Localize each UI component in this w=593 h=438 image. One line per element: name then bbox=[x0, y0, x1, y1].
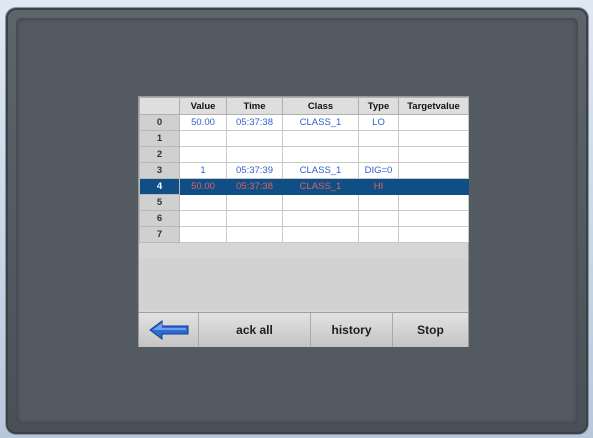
cell-type bbox=[358, 226, 399, 243]
row-index: 5 bbox=[139, 194, 180, 211]
cell-class bbox=[282, 130, 359, 147]
cell-type: LO bbox=[358, 114, 399, 131]
ack-all-button[interactable]: ack all bbox=[199, 313, 311, 347]
header-class: Class bbox=[282, 97, 359, 115]
header-index bbox=[139, 97, 180, 115]
cell-class: CLASS_1 bbox=[282, 178, 359, 195]
cell-value bbox=[179, 226, 227, 243]
stop-button[interactable]: Stop bbox=[393, 313, 468, 347]
table-row[interactable]: 3 1 05:37:39 CLASS_1 DIG=0 bbox=[139, 162, 469, 179]
cell-value: 1 bbox=[179, 162, 227, 179]
cell-class bbox=[282, 194, 359, 211]
cell-target bbox=[398, 226, 469, 243]
cell-class: CLASS_1 bbox=[282, 162, 359, 179]
alarm-screen: Value Time Class Type Targetvalue 0 50.0… bbox=[138, 96, 469, 347]
header-time: Time bbox=[226, 97, 283, 115]
empty-status-area bbox=[139, 258, 468, 310]
cell-target bbox=[398, 162, 469, 179]
header-value: Value bbox=[179, 97, 227, 115]
cell-type: DIG=0 bbox=[358, 162, 399, 179]
row-index: 6 bbox=[139, 210, 180, 227]
table-row[interactable]: 6 bbox=[139, 210, 469, 227]
cell-time bbox=[226, 146, 283, 163]
row-index: 3 bbox=[139, 162, 180, 179]
table-row[interactable]: 7 bbox=[139, 226, 469, 243]
cell-time bbox=[226, 226, 283, 243]
row-index: 4 bbox=[139, 178, 180, 195]
cell-class bbox=[282, 226, 359, 243]
cell-target bbox=[398, 210, 469, 227]
table-row-selected[interactable]: 4 50.00 05:37:38 CLASS_1 HI bbox=[139, 178, 469, 195]
alarm-table: Value Time Class Type Targetvalue 0 50.0… bbox=[139, 97, 469, 243]
row-index: 7 bbox=[139, 226, 180, 243]
cell-value bbox=[179, 194, 227, 211]
table-row[interactable]: 5 bbox=[139, 194, 469, 211]
cell-class bbox=[282, 210, 359, 227]
cell-time: 05:37:38 bbox=[226, 178, 283, 195]
history-button[interactable]: history bbox=[311, 313, 393, 347]
cell-type bbox=[358, 210, 399, 227]
alarm-table-header: Value Time Class Type Targetvalue bbox=[139, 97, 469, 115]
cell-target bbox=[398, 114, 469, 131]
cell-class: CLASS_1 bbox=[282, 114, 359, 131]
cell-time bbox=[226, 194, 283, 211]
table-row[interactable]: 0 50.00 05:37:38 CLASS_1 LO bbox=[139, 114, 469, 131]
cell-target bbox=[398, 178, 469, 195]
row-index: 0 bbox=[139, 114, 180, 131]
button-bar: ack all history Stop bbox=[139, 312, 468, 347]
cell-value bbox=[179, 210, 227, 227]
header-targetvalue: Targetvalue bbox=[398, 97, 469, 115]
cell-time: 05:37:39 bbox=[226, 162, 283, 179]
back-arrow-icon bbox=[148, 320, 188, 340]
back-button[interactable] bbox=[139, 313, 199, 347]
cell-type: HI bbox=[358, 178, 399, 195]
row-index: 1 bbox=[139, 130, 180, 147]
cell-time bbox=[226, 210, 283, 227]
row-index: 2 bbox=[139, 146, 180, 163]
cell-value bbox=[179, 130, 227, 147]
table-row[interactable]: 2 bbox=[139, 146, 469, 163]
cell-value bbox=[179, 146, 227, 163]
cell-target bbox=[398, 194, 469, 211]
cell-time: 05:37:38 bbox=[226, 114, 283, 131]
header-type: Type bbox=[358, 97, 399, 115]
cell-type bbox=[358, 194, 399, 211]
cell-value: 50.00 bbox=[179, 114, 227, 131]
cell-type bbox=[358, 146, 399, 163]
cell-value: 50.00 bbox=[179, 178, 227, 195]
cell-class bbox=[282, 146, 359, 163]
cell-type bbox=[358, 130, 399, 147]
table-row[interactable]: 1 bbox=[139, 130, 469, 147]
cell-target bbox=[398, 130, 469, 147]
cell-target bbox=[398, 146, 469, 163]
cell-time bbox=[226, 130, 283, 147]
